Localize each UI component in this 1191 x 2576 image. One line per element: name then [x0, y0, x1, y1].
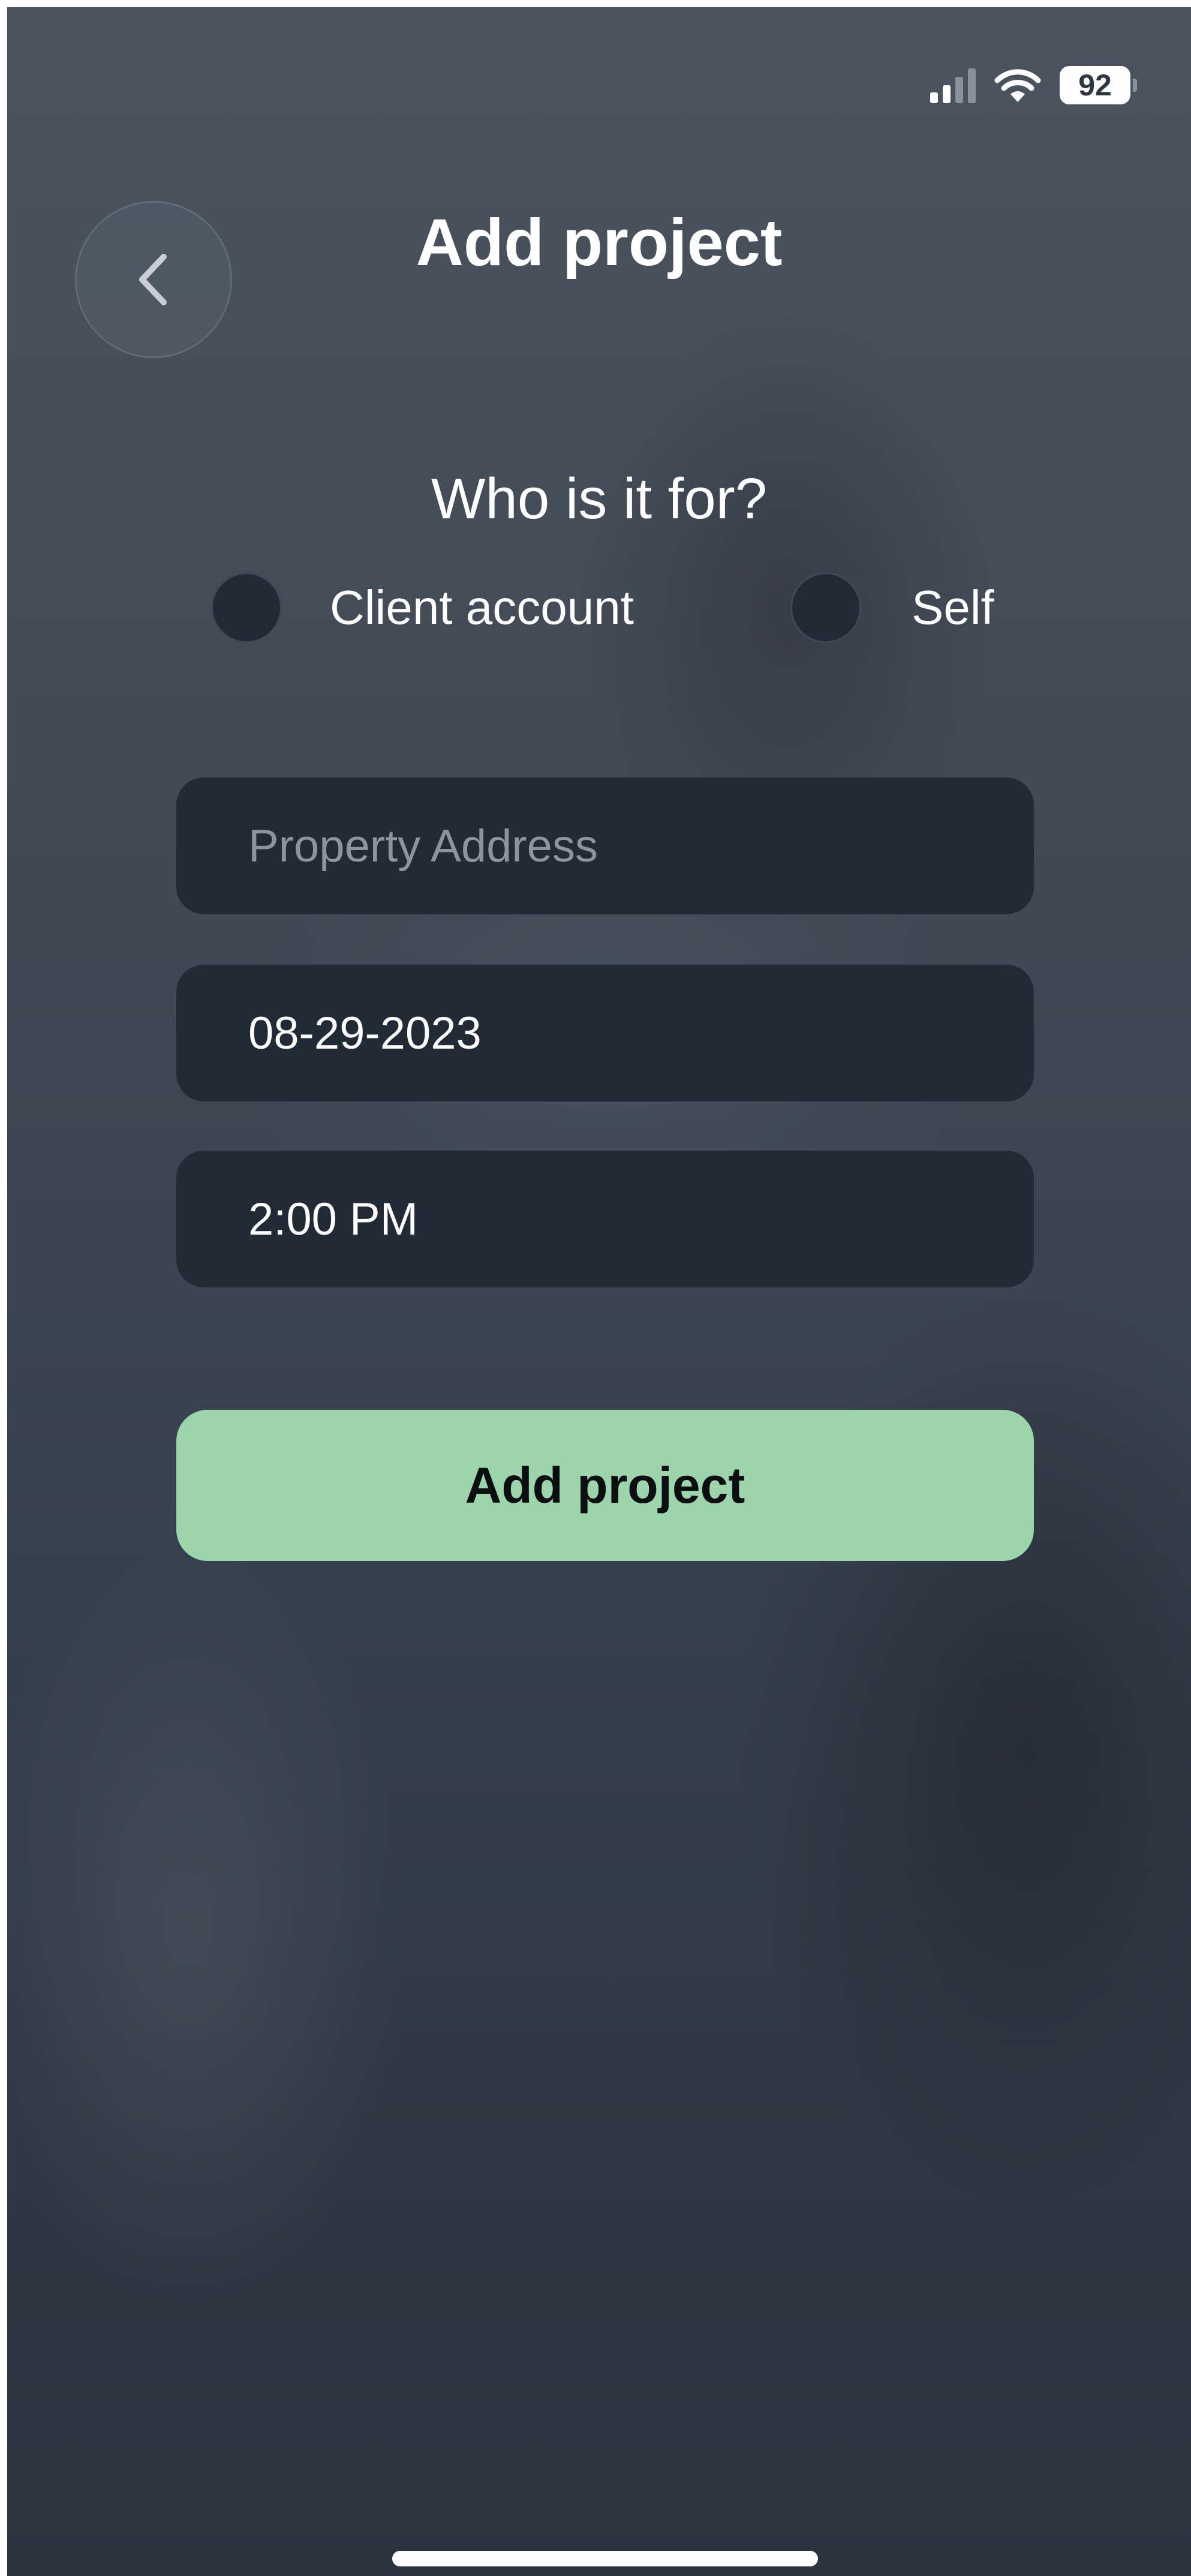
- wifi-icon: [994, 69, 1041, 102]
- home-indicator[interactable]: [392, 2551, 818, 2566]
- radio-button-unchecked-icon[interactable]: [211, 572, 282, 643]
- add-project-button[interactable]: Add project: [176, 1410, 1034, 1561]
- date-field[interactable]: 08-29-2023: [176, 965, 1034, 1101]
- battery-level: 92: [1060, 66, 1130, 104]
- status-bar: 92: [930, 61, 1137, 109]
- property-address-input[interactable]: Property Address: [176, 777, 1034, 914]
- battery-icon: 92: [1060, 66, 1137, 104]
- time-field[interactable]: 2:00 PM: [176, 1151, 1034, 1287]
- radio-client-account[interactable]: Client account: [211, 569, 634, 647]
- radio-self[interactable]: Self: [790, 569, 994, 647]
- cellular-signal-icon: [930, 67, 976, 103]
- app-screen: 92 Add project Who is it for? Client acc…: [7, 7, 1191, 2576]
- page-title: Add project: [416, 206, 783, 280]
- recipient-question: Who is it for?: [431, 467, 768, 531]
- radio-label-self: Self: [912, 581, 994, 634]
- radio-label-client-account: Client account: [330, 581, 634, 634]
- radio-button-unchecked-icon[interactable]: [790, 572, 861, 643]
